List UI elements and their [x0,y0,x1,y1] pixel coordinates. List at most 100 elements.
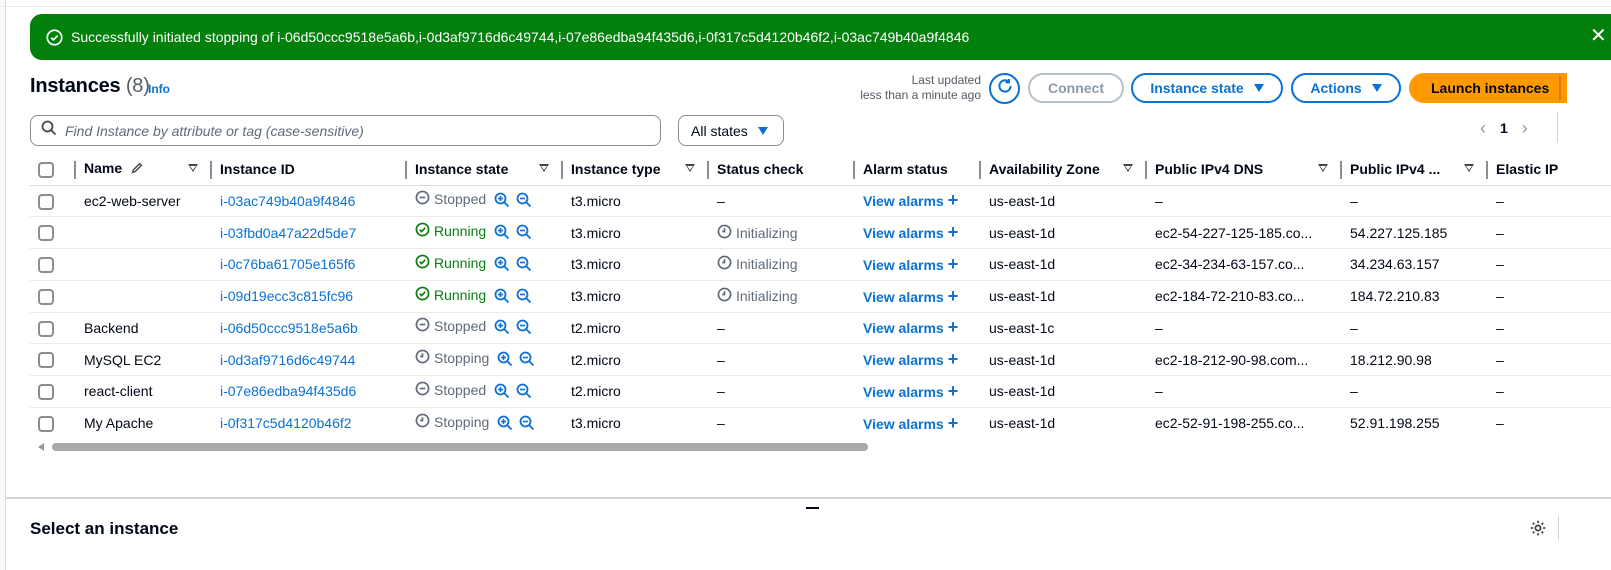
add-alarm-icon[interactable]: + [948,413,959,433]
instance-name[interactable]: ec2-web-server [76,185,212,218]
table-row[interactable]: i-09d19ecc3c815fc96 Running t3.micro Ini… [30,280,1611,313]
zoom-out-icon[interactable] [516,256,532,275]
add-alarm-icon[interactable]: + [948,349,959,369]
status-check-cell: – [709,407,855,439]
instance-name[interactable]: react-client [76,375,212,408]
table-row[interactable]: react-client i-07e86edba94f435d6 Stopped… [30,375,1611,408]
instance-id-link[interactable]: i-07e86edba94f435d6 [212,375,407,408]
zoom-in-icon[interactable] [494,319,510,338]
table-row[interactable]: MySQL EC2 i-0d3af9716d6c49744 Stopping t… [30,343,1611,376]
row-checkbox[interactable] [38,193,54,210]
table-row[interactable]: My Apache i-0f317c5d4120b46f2 Stopping t… [30,407,1611,439]
view-alarms-link[interactable]: View alarms [863,289,944,305]
page-number[interactable]: 1 [1500,120,1508,136]
instance-name[interactable]: My Apache [76,407,212,439]
view-alarms-link[interactable]: View alarms [863,193,944,209]
search-input[interactable] [65,122,625,139]
row-checkbox[interactable] [38,320,54,337]
gear-icon[interactable] [1529,519,1547,537]
close-icon[interactable]: ✕ [1590,26,1607,46]
view-alarms-link[interactable]: View alarms [863,320,944,336]
instance-id-link[interactable]: i-03fbd0a47a22d5de7 [212,216,407,249]
zoom-out-icon[interactable] [519,351,535,370]
state-text: Stopping [434,350,490,367]
row-checkbox[interactable] [38,415,54,432]
col-instance-type[interactable]: Instance type [563,154,709,186]
instance-state-button[interactable]: Instance state [1131,73,1283,103]
instance-id-link[interactable]: i-03ac749b40a9f4846 [212,185,407,218]
zoom-out-icon[interactable] [516,224,532,243]
info-link[interactable]: Info [148,82,170,96]
instance-id-link[interactable]: i-09d19ecc3c815fc96 [212,280,407,313]
view-alarms-link[interactable]: View alarms [863,257,944,273]
last-updated-value: less than a minute ago [860,88,981,102]
table-row[interactable]: ec2-web-server i-03ac749b40a9f4846 Stopp… [30,185,1611,218]
row-checkbox[interactable] [38,225,54,242]
table-row[interactable]: i-03fbd0a47a22d5de7 Running t3.micro Ini… [30,216,1611,249]
col-public-ip[interactable]: Public IPv4 ... [1342,154,1488,186]
zoom-in-icon[interactable] [494,256,510,275]
zoom-out-icon[interactable] [516,319,532,338]
col-status-check[interactable]: Status check [709,154,855,186]
add-alarm-icon[interactable]: + [948,222,959,242]
add-alarm-icon[interactable]: + [948,190,959,210]
scrollbar-thumb[interactable] [52,443,868,451]
connect-button[interactable]: Connect [1028,73,1124,103]
zoom-in-icon[interactable] [497,415,513,434]
col-alarm-status[interactable]: Alarm status [855,154,981,186]
zoom-out-icon[interactable] [516,383,532,402]
col-instance-state[interactable]: Instance state [407,154,563,186]
instance-name[interactable]: MySQL EC2 [76,343,212,376]
col-name[interactable]: Name [76,154,212,186]
split-panel-resize-handle[interactable] [806,507,819,509]
instance-name[interactable] [76,280,212,313]
zoom-out-icon[interactable] [516,288,532,307]
row-checkbox[interactable] [38,288,54,305]
states-filter-select[interactable]: All states [678,115,784,146]
scroll-left-icon[interactable] [38,443,44,451]
launch-instances-button[interactable]: Launch instances [1409,73,1567,103]
state-badge: Stopping [415,349,489,367]
col-elastic-ip[interactable]: Elastic IP [1488,154,1611,186]
view-alarms-link[interactable]: View alarms [863,416,944,432]
row-checkbox[interactable] [38,384,54,401]
instance-id-link[interactable]: i-0c76ba61705e165f6 [212,248,407,281]
zoom-in-icon[interactable] [494,224,510,243]
row-checkbox[interactable] [38,257,54,274]
view-alarms-link[interactable]: View alarms [863,225,944,241]
instance-name[interactable] [76,216,212,249]
refresh-button[interactable] [989,73,1020,104]
table-row[interactable]: i-0c76ba61705e165f6 Running t3.micro Ini… [30,248,1611,281]
select-all-checkbox[interactable] [38,161,54,178]
view-alarms-link[interactable]: View alarms [863,352,944,368]
col-availability-zone[interactable]: Availability Zone [981,154,1147,186]
instance-name[interactable] [76,248,212,281]
col-instance-id[interactable]: Instance ID [212,154,407,186]
instance-id-link[interactable]: i-06d50ccc9518e5a6b [212,312,407,345]
zoom-in-icon[interactable] [494,383,510,402]
public-ip: 52.91.198.255 [1342,407,1488,439]
instance-state-cell: Stopped [407,312,563,345]
instance-id-link[interactable]: i-0f317c5d4120b46f2 [212,407,407,439]
add-alarm-icon[interactable]: + [948,381,959,401]
actions-button[interactable]: Actions [1291,73,1401,103]
zoom-in-icon[interactable] [494,288,510,307]
next-page-icon[interactable]: › [1522,118,1528,139]
horizontal-scrollbar[interactable] [30,441,1611,453]
zoom-in-icon[interactable] [497,351,513,370]
add-alarm-icon[interactable]: + [948,254,959,274]
instance-name[interactable]: Backend [76,312,212,345]
zoom-out-icon[interactable] [516,192,532,211]
zoom-in-icon[interactable] [494,192,510,211]
search-box[interactable] [30,115,661,146]
col-public-dns[interactable]: Public IPv4 DNS [1147,154,1342,186]
view-alarms-link[interactable]: View alarms [863,384,944,400]
prev-page-icon[interactable]: ‹ [1480,118,1486,139]
zoom-controls [494,224,532,243]
row-checkbox[interactable] [38,352,54,369]
add-alarm-icon[interactable]: + [948,286,959,306]
instance-id-link[interactable]: i-0d3af9716d6c49744 [212,343,407,376]
table-row[interactable]: Backend i-06d50ccc9518e5a6b Stopped t2.m… [30,312,1611,345]
add-alarm-icon[interactable]: + [948,317,959,337]
zoom-out-icon[interactable] [519,415,535,434]
